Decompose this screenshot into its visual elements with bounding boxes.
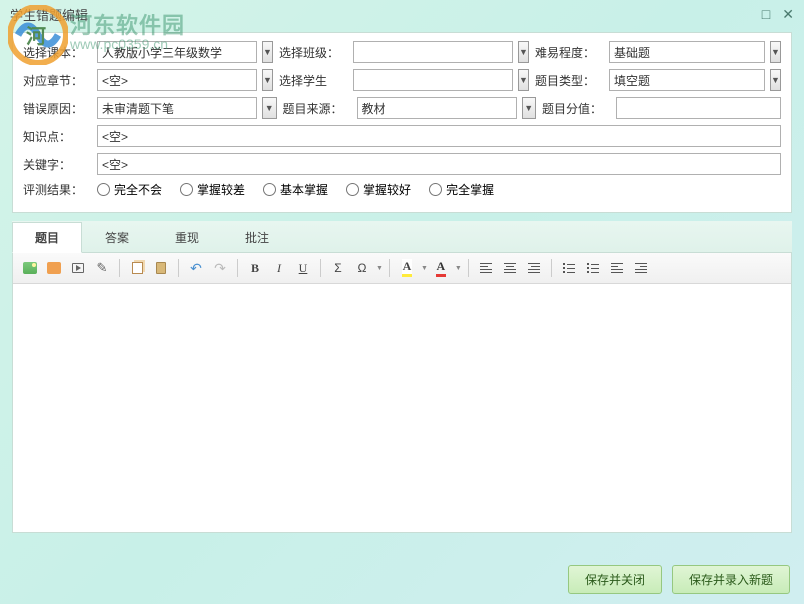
bgcolor-button[interactable]: A	[396, 257, 418, 279]
radio-basic[interactable]	[263, 183, 276, 196]
label-chapter: 对应章节：	[23, 72, 91, 89]
bold-button[interactable]: B	[244, 257, 266, 279]
label-difficulty: 难易程度：	[535, 44, 603, 61]
chevron-down-icon[interactable]: ▼	[518, 69, 529, 91]
insert-image-icon[interactable]	[19, 257, 41, 279]
editor-panel: ✎ ↶ ↷ B I U Σ Ω▼ A▼ A▼	[12, 253, 792, 533]
align-right-icon[interactable]	[523, 257, 545, 279]
tab-answer[interactable]: 答案	[82, 222, 152, 253]
separator	[468, 259, 469, 277]
formula-icon[interactable]: Σ	[327, 257, 349, 279]
tab-replay[interactable]: 重现	[152, 222, 222, 253]
chevron-down-icon[interactable]: ▼	[262, 97, 277, 119]
maximize-button[interactable]: □	[762, 6, 770, 23]
radio-group-result: 完全不会 掌握较差 基本掌握 掌握较好 完全掌握	[97, 181, 494, 198]
radio-label: 掌握较好	[363, 181, 411, 198]
label-keyword: 关键字：	[23, 156, 91, 173]
watermark-url: www.pc0359.cn	[70, 36, 168, 52]
footer-buttons: 保存并关闭 保存并录入新题	[568, 565, 790, 594]
tab-annotate[interactable]: 批注	[222, 222, 292, 253]
label-class: 选择班级：	[279, 44, 347, 61]
label-reason: 错误原因：	[23, 100, 91, 117]
chevron-down-icon[interactable]: ▼	[455, 265, 462, 272]
align-left-icon[interactable]	[475, 257, 497, 279]
editor-toolbar: ✎ ↶ ↷ B I U Σ Ω▼ A▼ A▼	[13, 253, 791, 284]
chevron-down-icon[interactable]: ▼	[518, 41, 529, 63]
label-student: 选择学生	[279, 72, 347, 89]
select-qtype[interactable]	[609, 69, 765, 91]
ordered-list-icon[interactable]	[558, 257, 580, 279]
italic-button[interactable]: I	[268, 257, 290, 279]
redo-icon[interactable]: ↷	[209, 257, 231, 279]
radio-full[interactable]	[429, 183, 442, 196]
edit-icon[interactable]: ✎	[91, 257, 113, 279]
unordered-list-icon[interactable]	[582, 257, 604, 279]
radio-none[interactable]	[97, 183, 110, 196]
paste-icon[interactable]	[150, 257, 172, 279]
close-button[interactable]: ✕	[782, 6, 794, 23]
separator	[320, 259, 321, 277]
watermark-logo: 河	[8, 5, 68, 65]
label-result: 评测结果：	[23, 181, 91, 198]
content-editor[interactable]	[13, 284, 791, 532]
underline-button[interactable]: U	[292, 257, 314, 279]
chevron-down-icon[interactable]: ▼	[770, 69, 781, 91]
radio-label: 基本掌握	[280, 181, 328, 198]
fgcolor-button[interactable]: A	[430, 257, 452, 279]
input-knowledge[interactable]	[97, 125, 781, 147]
input-score[interactable]	[616, 97, 781, 119]
select-source[interactable]	[357, 97, 517, 119]
chevron-down-icon[interactable]: ▼	[522, 97, 537, 119]
form-panel: 选择课本： ▼ 选择班级： ▼ 难易程度： ▼ 对应章节： ▼ 选择学生 ▼ 题…	[12, 32, 792, 213]
radio-good[interactable]	[346, 183, 359, 196]
radio-label: 完全掌握	[446, 181, 494, 198]
chevron-down-icon[interactable]: ▼	[262, 69, 273, 91]
save-new-button[interactable]: 保存并录入新题	[672, 565, 790, 594]
copy-icon[interactable]	[126, 257, 148, 279]
svg-text:河: 河	[26, 25, 46, 48]
save-close-button[interactable]: 保存并关闭	[568, 565, 662, 594]
align-center-icon[interactable]	[499, 257, 521, 279]
chevron-down-icon[interactable]: ▼	[421, 265, 428, 272]
label-knowledge: 知识点：	[23, 128, 91, 145]
select-reason[interactable]	[97, 97, 257, 119]
select-chapter[interactable]	[97, 69, 257, 91]
separator	[178, 259, 179, 277]
select-difficulty[interactable]	[609, 41, 765, 63]
separator	[551, 259, 552, 277]
label-source: 题目来源：	[283, 100, 351, 117]
chevron-down-icon[interactable]: ▼	[262, 41, 273, 63]
radio-poor[interactable]	[180, 183, 193, 196]
radio-label: 掌握较差	[197, 181, 245, 198]
indent-icon[interactable]	[630, 257, 652, 279]
radio-label: 完全不会	[114, 181, 162, 198]
input-keyword[interactable]	[97, 153, 781, 175]
select-student[interactable]	[353, 69, 513, 91]
undo-icon[interactable]: ↶	[185, 257, 207, 279]
select-class[interactable]	[353, 41, 513, 63]
symbol-icon[interactable]: Ω	[351, 257, 373, 279]
chevron-down-icon[interactable]: ▼	[376, 265, 383, 272]
insert-video-icon[interactable]	[67, 257, 89, 279]
label-qtype: 题目类型：	[535, 72, 603, 89]
insert-attachment-icon[interactable]	[43, 257, 65, 279]
chevron-down-icon[interactable]: ▼	[770, 41, 781, 63]
tabs-bar: 题目 答案 重现 批注	[12, 221, 792, 253]
outdent-icon[interactable]	[606, 257, 628, 279]
separator	[119, 259, 120, 277]
tab-question[interactable]: 题目	[12, 222, 82, 253]
separator	[389, 259, 390, 277]
separator	[237, 259, 238, 277]
label-score: 题目分值：	[542, 100, 610, 117]
